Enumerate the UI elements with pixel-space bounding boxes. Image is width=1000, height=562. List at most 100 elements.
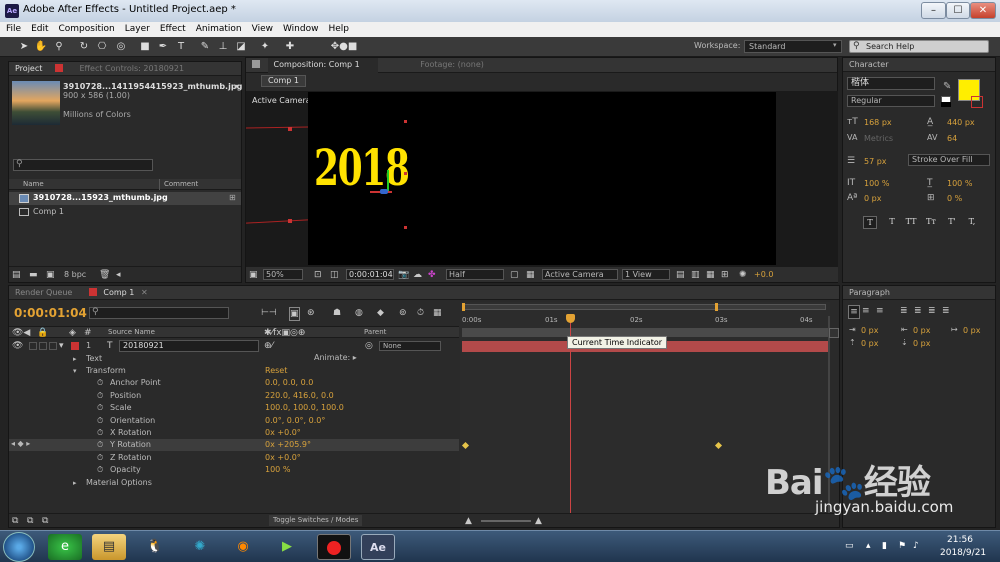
- keyframe-navigator[interactable]: ◂ ◆ ▸: [11, 439, 30, 448]
- tab-composition[interactable]: Composition: Comp 1: [267, 58, 378, 73]
- text-layer-preview[interactable]: 2018: [314, 138, 410, 198]
- property-row[interactable]: ⏱ Orientation 0.0°, 0.0°, 0.0°: [9, 415, 459, 427]
- brainstorm-icon[interactable]: ⊚: [399, 307, 407, 319]
- bounding-handle[interactable]: [404, 120, 407, 123]
- property-value[interactable]: 220.0, 416.0, 0.0: [265, 390, 334, 402]
- taskbar-qq-icon[interactable]: 🐧: [138, 534, 172, 560]
- property-row[interactable]: ▸ Material Options: [9, 477, 459, 489]
- align-left-icon[interactable]: ≡: [848, 305, 860, 319]
- property-value[interactable]: 0.0, 0.0, 0.0: [265, 377, 313, 389]
- twirl-icon[interactable]: ▸: [73, 477, 77, 489]
- expand-in-out-icon[interactable]: ⧉: [42, 515, 48, 527]
- subscript-button[interactable]: T,: [965, 216, 979, 229]
- stopwatch-icon[interactable]: ⏱: [97, 390, 103, 402]
- exposure-icon[interactable]: ✺: [739, 269, 747, 281]
- tray-volume-icon[interactable]: ♪: [913, 541, 919, 551]
- close-button[interactable]: ✕: [970, 2, 996, 19]
- align-right-icon[interactable]: ≡: [876, 305, 884, 317]
- property-row[interactable]: ▸ Text: [9, 353, 459, 365]
- keyframe-start[interactable]: [461, 441, 470, 450]
- expand-transfer-icon[interactable]: ⧉: [27, 515, 33, 527]
- clock-date[interactable]: 2018/9/21: [940, 548, 986, 558]
- column-parent[interactable]: Parent: [364, 328, 386, 336]
- menu-animation[interactable]: Animation: [190, 22, 246, 36]
- column-source-name[interactable]: Source Name: [108, 328, 155, 336]
- interpret-footage-icon[interactable]: ▤: [12, 269, 21, 281]
- property-value[interactable]: 0x +0.0°: [265, 427, 301, 439]
- maximize-button[interactable]: ☐: [946, 2, 970, 19]
- property-value[interactable]: 0x +205.9°: [265, 439, 311, 451]
- justify-right-icon[interactable]: ≣: [928, 305, 936, 317]
- solo-toggle[interactable]: [39, 342, 47, 350]
- keyframe-end[interactable]: [714, 441, 723, 450]
- visibility-icon[interactable]: 👁: [12, 340, 23, 352]
- stopwatch-icon[interactable]: ⏱: [97, 377, 103, 389]
- font-family-select[interactable]: 楷体: [847, 77, 935, 90]
- new-folder-icon[interactable]: ▬: [29, 269, 38, 281]
- layer-row[interactable]: 👁 ▾ 1 T 20180921 ⊕⁄ ◎ None: [9, 340, 459, 352]
- property-row[interactable]: ⏱ Y Rotation 0x +205.9°: [9, 439, 459, 451]
- axis-mode-icon[interactable]: ✥●■: [330, 40, 358, 53]
- menu-help[interactable]: Help: [322, 22, 353, 36]
- graph-editor-icon[interactable]: ◆: [377, 307, 384, 319]
- time-navigator[interactable]: [462, 304, 826, 310]
- paragraph-tab[interactable]: Paragraph: [843, 286, 995, 300]
- eraser-tool-icon[interactable]: ◪: [234, 40, 248, 53]
- taskbar-folder-icon[interactable]: ▤: [92, 534, 126, 560]
- column-comment[interactable]: Comment: [164, 179, 198, 190]
- viewer-timecode[interactable]: 0:00:01:04: [346, 269, 394, 280]
- space-before-value[interactable]: 0 px: [861, 339, 878, 348]
- layer-switches-icon[interactable]: ⊕⁄: [264, 340, 273, 352]
- taskbar-browser-icon[interactable]: e: [48, 534, 82, 560]
- parent-select[interactable]: None: [379, 341, 441, 351]
- leading-value[interactable]: 440 px: [947, 118, 975, 127]
- start-button[interactable]: [3, 532, 35, 562]
- project-search-input[interactable]: ⚲: [13, 159, 153, 171]
- chevron-down-icon[interactable]: ▾: [234, 82, 238, 91]
- time-ruler[interactable]: 0:00s 01s 02s 03s 04s: [460, 316, 828, 326]
- layer-search-input[interactable]: ⚲: [89, 307, 229, 319]
- camera-select[interactable]: Active Camera: [542, 269, 618, 280]
- viewer-canvas[interactable]: Active Camera 2018: [245, 91, 838, 266]
- stopwatch-icon[interactable]: ⏱: [97, 427, 103, 439]
- taskbar-after-effects-icon[interactable]: Ae: [361, 534, 395, 560]
- views-select[interactable]: 1 View: [622, 269, 670, 280]
- menu-file[interactable]: File: [0, 22, 25, 36]
- tab-render-queue[interactable]: Render Queue: [15, 288, 72, 297]
- grid-icon[interactable]: ⊡: [314, 269, 322, 281]
- menu-effect[interactable]: Effect: [154, 22, 190, 36]
- taskbar-media-icon[interactable]: ✺: [183, 534, 217, 560]
- property-value[interactable]: 0x +0.0°: [265, 452, 301, 464]
- align-center-icon[interactable]: ≡: [862, 305, 870, 317]
- type-tool-icon[interactable]: T: [174, 40, 188, 53]
- navigator-start[interactable]: [462, 303, 465, 311]
- search-help-input[interactable]: ⚲ Search Help: [849, 40, 989, 53]
- layer-label-color[interactable]: [71, 342, 79, 350]
- brush-tool-icon[interactable]: ✎: [198, 40, 212, 53]
- stroke-width-value[interactable]: 57 px: [864, 157, 887, 166]
- bounding-handle[interactable]: [404, 172, 407, 175]
- selection-tool-icon[interactable]: ➤: [17, 40, 31, 53]
- toggle-switches-modes[interactable]: Toggle Switches / Modes: [269, 515, 363, 526]
- faux-italic-button[interactable]: T: [885, 216, 899, 229]
- lock-toggle[interactable]: [49, 342, 57, 350]
- stopwatch-icon[interactable]: ⏱: [97, 464, 103, 476]
- shy-icon[interactable]: ⊛: [307, 307, 315, 319]
- menu-view[interactable]: View: [246, 22, 277, 36]
- comp-nav-button[interactable]: Comp 1: [261, 75, 306, 87]
- hand-tool-icon[interactable]: ✋: [34, 40, 48, 53]
- first-line-value[interactable]: 0 px: [963, 326, 980, 335]
- zoom-out-icon[interactable]: ▲: [465, 515, 472, 527]
- zoom-tool-icon[interactable]: ⚲: [52, 40, 66, 53]
- property-row[interactable]: ⏱ X Rotation 0x +0.0°: [9, 427, 459, 439]
- pan-behind-tool-icon[interactable]: ◎: [114, 40, 128, 53]
- twirl-icon[interactable]: ▾: [73, 365, 77, 377]
- faux-bold-button[interactable]: T: [863, 216, 877, 229]
- menu-composition[interactable]: Composition: [53, 22, 119, 36]
- project-item[interactable]: Comp 1: [9, 206, 241, 218]
- comp-mini-flowchart-icon[interactable]: ⊢⊣: [261, 307, 277, 319]
- space-after-value[interactable]: 0 px: [913, 339, 930, 348]
- property-row[interactable]: ⏱ Anchor Point 0.0, 0.0, 0.0: [9, 377, 459, 389]
- justify-left-icon[interactable]: ≣: [900, 305, 908, 317]
- tsume-value[interactable]: 0 %: [947, 194, 962, 203]
